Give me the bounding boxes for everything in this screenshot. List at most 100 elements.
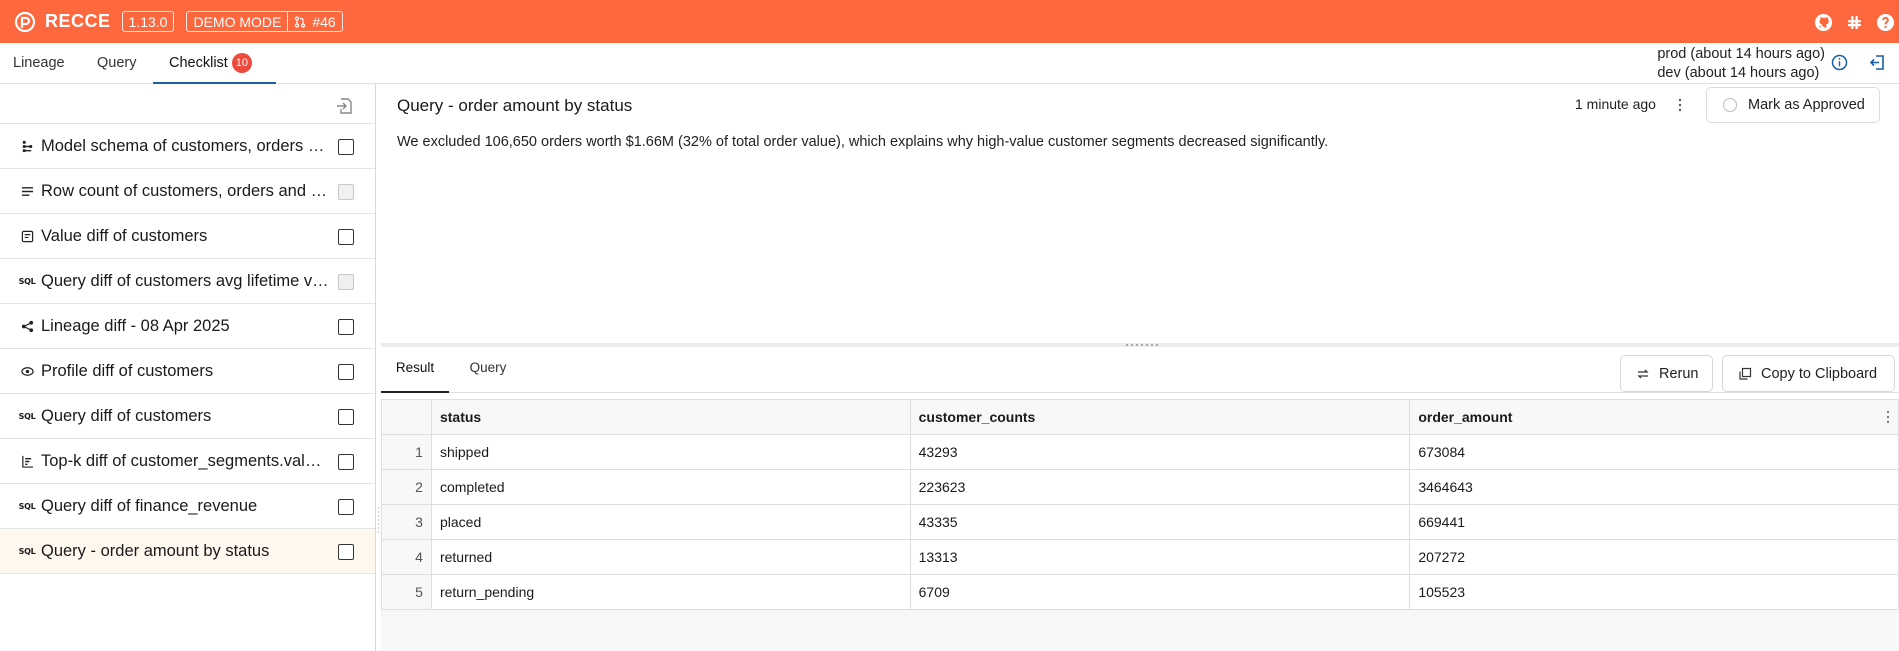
splitter-grip-icon xyxy=(1126,344,1158,346)
prod-env-label: prod (about 14 hours ago) xyxy=(1657,46,1825,62)
checklist-item[interactable]: SQL Query diff of customers avg lifetime… xyxy=(0,259,375,304)
checklist-checkbox[interactable] xyxy=(338,139,354,155)
github-icon[interactable] xyxy=(1814,13,1833,32)
table-cell[interactable]: 6709 xyxy=(909,574,1411,610)
rerun-button[interactable]: Rerun xyxy=(1620,355,1713,392)
row-number: 1 xyxy=(381,434,432,470)
table-cell[interactable]: 223623 xyxy=(909,469,1411,505)
sidebar-toolbar xyxy=(0,84,375,124)
approve-label: Mark as Approved xyxy=(1748,97,1865,113)
checklist-item-label: Query - order amount by status xyxy=(41,541,270,560)
checklist-checkbox[interactable] xyxy=(338,544,354,560)
table-cell[interactable]: return_pending xyxy=(430,574,911,610)
mode-pr-tag: DEMO MODE #46 xyxy=(186,11,343,32)
table-row: 5 return_pending 6709 105523 xyxy=(381,574,1899,610)
checklist-item-selected[interactable]: SQL Query - order amount by status xyxy=(0,529,375,574)
checklist-item[interactable]: Top-k diff of customer_segments.value_se… xyxy=(0,439,375,484)
rerun-label: Rerun xyxy=(1659,365,1699,382)
checklist-checkbox[interactable] xyxy=(338,274,354,290)
column-menu-icon[interactable] xyxy=(1886,410,1890,424)
checklist-checkbox[interactable] xyxy=(338,499,354,515)
checklist-checkbox[interactable] xyxy=(338,184,354,200)
sidebar-resize-handle[interactable] xyxy=(377,505,380,535)
checklist-item-label: Top-k diff of customer_segments.value_se… xyxy=(41,451,329,470)
pr-link[interactable]: #46 xyxy=(287,12,341,31)
checklist-item[interactable]: Profile diff of customers xyxy=(0,349,375,394)
check-title[interactable]: Query - order amount by status xyxy=(397,96,632,116)
top-right-icons xyxy=(1814,13,1895,32)
checklist-item[interactable]: Lineage diff - 08 Apr 2025 xyxy=(0,304,375,349)
table-cell[interactable]: returned xyxy=(430,539,911,575)
switch-mode-icon[interactable] xyxy=(1868,53,1887,72)
tab-query-sql[interactable]: Query xyxy=(465,347,511,393)
tab-checklist[interactable]: Checklist 10 xyxy=(153,43,276,84)
column-header[interactable]: order_amount xyxy=(1409,399,1899,435)
checklist-item-label: Row count of customers, orders and modif… xyxy=(41,181,329,200)
info-icon[interactable] xyxy=(1831,54,1848,71)
tab-lineage[interactable]: Lineage xyxy=(13,43,65,84)
checklist-item[interactable]: Row count of customers, orders and modif… xyxy=(0,169,375,214)
more-options-icon[interactable] xyxy=(1677,97,1683,113)
row-number: 3 xyxy=(381,504,432,540)
table-cell[interactable]: 3464643 xyxy=(1409,469,1899,505)
checklist-item-label: Query diff of finance_revenue xyxy=(41,496,258,515)
table-cell[interactable]: 673084 xyxy=(1409,434,1899,470)
row-number-header xyxy=(381,399,432,435)
export-icon[interactable] xyxy=(335,96,355,116)
checklist-item[interactable]: Value diff of customers xyxy=(0,214,375,259)
brand-name: RECCE xyxy=(45,11,111,31)
column-header-label: order_amount xyxy=(1418,409,1513,425)
tab-result[interactable]: Result xyxy=(381,347,449,393)
env-info: prod (about 14 hours ago) dev (about 14 … xyxy=(1657,45,1825,83)
demo-mode-label: DEMO MODE xyxy=(193,13,282,30)
result-grid: status customer_counts order_amount 1 sh… xyxy=(381,399,1899,651)
topk-icon xyxy=(20,454,34,468)
table-cell[interactable]: 13313 xyxy=(909,539,1411,575)
table-cell[interactable]: placed xyxy=(430,504,911,540)
table-cell[interactable]: shipped xyxy=(430,434,911,470)
help-icon[interactable] xyxy=(1876,13,1895,32)
updated-time: 1 minute ago xyxy=(1575,96,1656,112)
value-diff-icon xyxy=(20,229,34,243)
row-count-icon xyxy=(20,184,34,198)
checklist-sidebar: Model schema of customers, orders and mo… xyxy=(0,84,376,651)
tab-query[interactable]: Query xyxy=(97,43,137,84)
checklist-item[interactable]: Model schema of customers, orders and mo… xyxy=(0,124,375,169)
column-header[interactable]: customer_counts xyxy=(909,399,1411,435)
sql-icon: SQL xyxy=(18,546,36,556)
table-cell[interactable]: completed xyxy=(430,469,911,505)
header-row: status customer_counts order_amount xyxy=(381,399,1899,435)
sql-icon: SQL xyxy=(18,501,36,511)
checklist-item-label: Query diff of customers xyxy=(41,406,212,425)
checklist-count-badge: 10 xyxy=(231,53,252,73)
checklist-checkbox[interactable] xyxy=(338,229,354,245)
checklist-checkbox[interactable] xyxy=(338,364,354,380)
checklist-item-label: Model schema of customers, orders and mo… xyxy=(41,136,329,155)
copy-clipboard-button[interactable]: Copy to Clipboard xyxy=(1722,355,1895,392)
table-cell[interactable]: 669441 xyxy=(1409,504,1899,540)
sql-icon: SQL xyxy=(18,276,36,286)
checklist-checkbox[interactable] xyxy=(338,454,354,470)
rerun-icon xyxy=(1637,369,1649,378)
check-detail: Query - order amount by status 1 minute … xyxy=(381,84,1899,651)
checklist-checkbox[interactable] xyxy=(338,319,354,335)
checklist-item[interactable]: SQL Query diff of finance_revenue xyxy=(0,484,375,529)
column-header[interactable]: status xyxy=(430,399,911,435)
slack-icon[interactable] xyxy=(1845,13,1864,32)
mark-approved-button[interactable]: Mark as Approved xyxy=(1706,87,1880,123)
table-cell[interactable]: 105523 xyxy=(1409,574,1899,610)
dev-env-label: dev (about 14 hours ago) xyxy=(1657,65,1820,81)
table-cell[interactable]: 207272 xyxy=(1409,539,1899,575)
version-tag: 1.13.0 xyxy=(121,11,175,32)
checklist-item-label: Value diff of customers xyxy=(41,226,208,245)
table-cell[interactable]: 43293 xyxy=(909,434,1411,470)
checklist-item[interactable]: SQL Query diff of customers xyxy=(0,394,375,439)
checklist-checkbox[interactable] xyxy=(338,409,354,425)
lineage-icon xyxy=(20,319,34,333)
checklist-item-label: Query diff of customers avg lifetime val… xyxy=(41,271,329,290)
row-number: 4 xyxy=(381,539,432,575)
row-number: 5 xyxy=(381,574,432,610)
table-cell[interactable]: 43335 xyxy=(909,504,1411,540)
check-description[interactable]: We excluded 106,650 orders worth $1.66M … xyxy=(397,134,1328,150)
recce-logo-icon xyxy=(14,11,36,32)
